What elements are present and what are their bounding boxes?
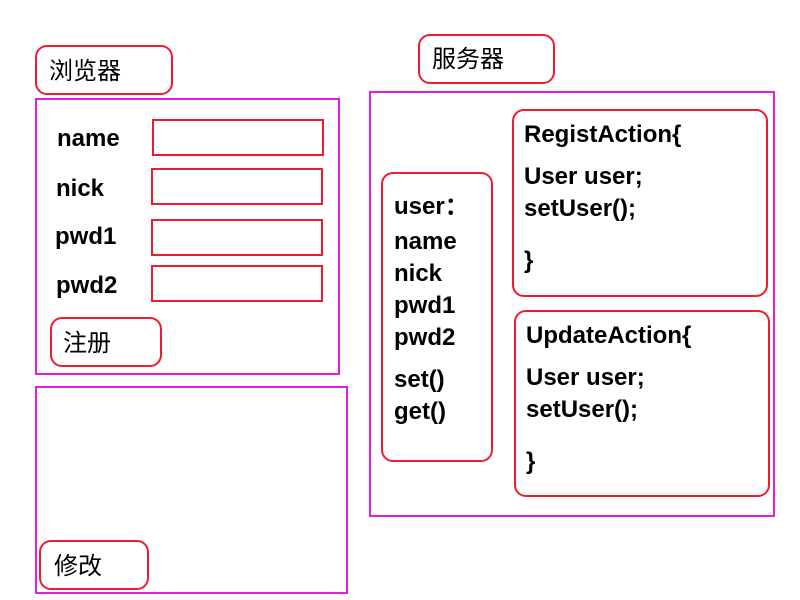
user-field-pwd2: pwd2 [394,324,456,351]
modify-button-label: 修改 [54,552,102,580]
pwd2-label: pwd2 [56,272,118,299]
regist-action-header: RegistAction{ [524,121,682,148]
update-action-header: UpdateAction{ [526,322,692,349]
nick-label: nick [56,175,105,202]
register-button-label: 注册 [63,329,111,357]
regist-action-line-2: setUser(); [524,195,637,222]
server-panel: user： name nick pwd1 pwd2 set() get() Re… [369,91,775,517]
user-field-pwd1: pwd1 [394,292,456,319]
user-method-get: get() [394,398,446,425]
browser-title: 浏览器 [49,57,121,85]
register-button[interactable]: 注册 [50,317,162,367]
update-action-line-1: User user; [526,364,645,391]
modify-panel: 修改 [35,386,348,594]
user-field-nick: nick [394,260,443,287]
regist-action-close: } [524,247,534,274]
browser-form-panel: name nick pwd1 pwd2 注册 [35,98,340,375]
server-title: 服务器 [432,45,504,73]
user-class-box: user： name nick pwd1 pwd2 set() get() [381,172,493,462]
update-action-line-2: setUser(); [526,396,639,423]
name-label: name [57,125,120,152]
name-input[interactable] [152,119,324,156]
nick-input[interactable] [151,168,323,205]
user-class-header: user： [394,193,469,220]
pwd1-label: pwd1 [55,223,117,250]
update-action-close: } [526,448,536,475]
update-action-box: UpdateAction{ User user; setUser(); } [514,310,770,497]
user-field-name: name [394,228,457,255]
regist-action-box: RegistAction{ User user; setUser(); } [512,109,768,297]
modify-button[interactable]: 修改 [39,540,149,590]
regist-action-line-1: User user; [524,163,643,190]
server-title-box: 服务器 [418,34,555,84]
pwd2-input[interactable] [151,265,323,302]
user-method-set: set() [394,366,445,393]
browser-title-box: 浏览器 [35,45,173,95]
pwd1-input[interactable] [151,219,323,256]
